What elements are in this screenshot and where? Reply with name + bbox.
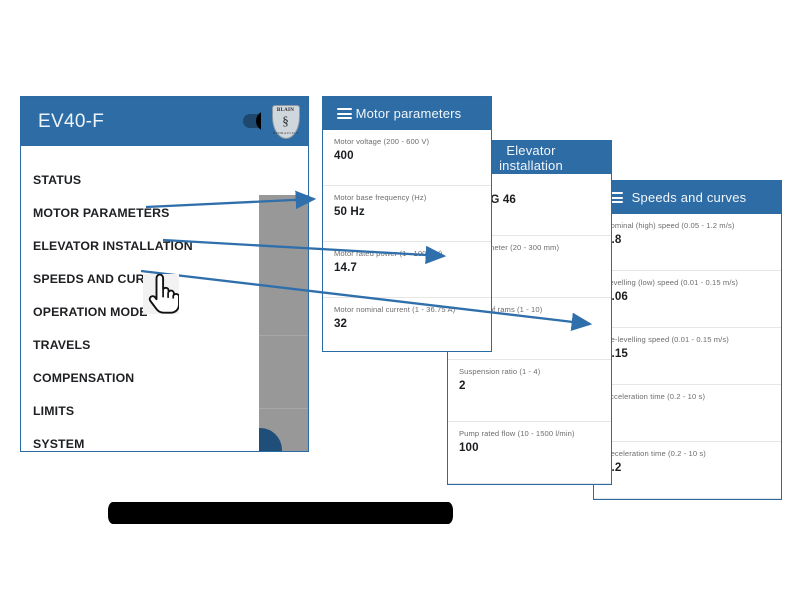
- menu-item-label: LIMITS: [33, 403, 75, 418]
- field-nominal-high-speed[interactable]: Nominal (high) speed (0.05 - 1.2 m/s) 0.…: [594, 214, 781, 271]
- field-value: 14.7: [334, 261, 357, 275]
- field-motor-rated-power[interactable]: Motor rated power (1 - 100 kW) 14.7: [323, 242, 491, 298]
- rail-corner-accent: [259, 428, 282, 451]
- menu-item-label: TRAVELS: [33, 337, 91, 352]
- field-value: 3: [605, 404, 771, 417]
- menu-item-label: MOTOR PARAMETERS: [33, 205, 170, 220]
- blain-logo: BLAIN § HYDRAULICS: [261, 97, 308, 146]
- motor-parameters-panel: Motor parameters Motor voltage (200 - 60…: [322, 96, 492, 352]
- shield-icon: BLAIN § HYDRAULICS: [271, 104, 300, 139]
- field-value: 32: [334, 317, 348, 331]
- field-label: Motor base frequency (Hz): [334, 193, 427, 202]
- field-pump-rated-flow[interactable]: Pump rated flow (10 - 1500 l/min) 100: [448, 422, 611, 484]
- field-label: Acceleration time (0.2 - 10 s): [605, 392, 706, 401]
- speeds-and-curves-header: Speeds and curves: [594, 181, 781, 214]
- app-title: EV40-F: [38, 110, 105, 132]
- menu-item-label: ELEVATOR INSTALLATION: [33, 238, 193, 253]
- field-motor-base-frequency[interactable]: Motor base frequency (Hz) 50 Hz: [323, 186, 491, 242]
- drawer-scroll-rail[interactable]: [259, 195, 308, 451]
- field-label: Re-levelling speed (0.01 - 0.15 m/s): [605, 335, 729, 344]
- field-deceleration-time[interactable]: Deceleration time (0.2 - 10 s) 2.2: [594, 442, 781, 499]
- panel-title: Motor parameters: [355, 106, 462, 121]
- field-value: 0.15: [605, 347, 628, 361]
- field-motor-nominal-current[interactable]: Motor nominal current (1 - 36.75 A) 32: [323, 298, 491, 351]
- main-menu-list: STATUS MOTOR PARAMETERS ELEVATOR INSTALL…: [21, 146, 261, 451]
- menu-item-speeds-and-curves[interactable]: SPEEDS AND CURVES: [21, 262, 261, 295]
- field-value: 400: [334, 149, 354, 163]
- shield-glyph: §: [282, 112, 289, 128]
- field-acceleration-time[interactable]: Acceleration time (0.2 - 10 s) 3: [594, 385, 781, 442]
- caption-redaction-bar: [108, 502, 453, 524]
- field-levelling-low-speed[interactable]: Levelling (low) speed (0.01 - 0.15 m/s) …: [594, 271, 781, 328]
- menu-item-compensation[interactable]: COMPENSATION: [21, 361, 261, 394]
- field-label: Deceleration time (0.2 - 10 s): [605, 449, 706, 458]
- panel-title: Speeds and curves: [631, 190, 747, 205]
- field-value: 0.8: [605, 233, 622, 247]
- hamburger-menu-icon[interactable]: [337, 108, 352, 119]
- shield-subtext: HYDRAULICS: [272, 130, 299, 135]
- motor-parameters-header: Motor parameters: [323, 97, 491, 130]
- menu-item-label: STATUS: [33, 172, 82, 187]
- field-value: 0.06: [605, 290, 628, 304]
- menu-item-elevator-installation[interactable]: ELEVATOR INSTALLATION: [21, 229, 261, 262]
- rail-tick: [259, 408, 308, 409]
- shield-brand-name: BLAIN: [276, 107, 295, 113]
- field-value: 100: [459, 441, 479, 455]
- panel-title: Elevator installation: [499, 142, 563, 173]
- figure-caption: [108, 502, 453, 524]
- field-label: Motor nominal current (1 - 36.75 A): [334, 305, 456, 314]
- screenshot-root: EV40-F BLAIN § HYDRAULICS STATUS MOTOR P…: [0, 0, 800, 600]
- menu-item-system[interactable]: SYSTEM: [21, 427, 261, 451]
- field-label: Suspension ratio (1 - 4): [459, 367, 541, 376]
- field-motor-voltage[interactable]: Motor voltage (200 - 600 V) 400: [323, 130, 491, 186]
- field-value: 2: [459, 379, 466, 393]
- hand-pointer-cursor-icon: [143, 274, 179, 314]
- field-label: Levelling (low) speed (0.01 - 0.15 m/s): [605, 278, 739, 287]
- field-value: 50 Hz: [334, 205, 365, 219]
- field-value: 2.2: [605, 461, 622, 475]
- menu-item-operation-mode[interactable]: OPERATION MODE: [21, 295, 261, 328]
- motor-parameters-field-list: Motor voltage (200 - 600 V) 400 Motor ba…: [323, 130, 491, 351]
- menu-item-limits[interactable]: LIMITS: [21, 394, 261, 427]
- main-menu-header: EV40-F BLAIN § HYDRAULICS: [21, 97, 308, 146]
- field-re-levelling-speed[interactable]: Re-levelling speed (0.01 - 0.15 m/s) 0.1…: [594, 328, 781, 385]
- field-label: Motor voltage (200 - 600 V): [334, 137, 430, 146]
- menu-item-label: SYSTEM: [33, 436, 85, 451]
- menu-item-status[interactable]: STATUS: [21, 163, 261, 196]
- rail-tick: [259, 335, 308, 336]
- field-label: Motor rated power (1 - 100 kW): [334, 249, 443, 258]
- speeds-and-curves-panel: Speeds and curves Nominal (high) speed (…: [593, 180, 782, 500]
- field-suspension-ratio[interactable]: Suspension ratio (1 - 4) 2: [448, 360, 611, 422]
- menu-item-label: COMPENSATION: [33, 370, 135, 385]
- menu-item-label: OPERATION MODE: [33, 304, 148, 319]
- menu-item-travels[interactable]: TRAVELS: [21, 328, 261, 361]
- speeds-and-curves-field-list: Nominal (high) speed (0.05 - 1.2 m/s) 0.…: [594, 214, 781, 499]
- field-label: Pump rated flow (10 - 1500 l/min): [459, 429, 575, 438]
- menu-item-motor-parameters[interactable]: MOTOR PARAMETERS: [21, 196, 261, 229]
- field-label: Nominal (high) speed (0.05 - 1.2 m/s): [605, 221, 735, 230]
